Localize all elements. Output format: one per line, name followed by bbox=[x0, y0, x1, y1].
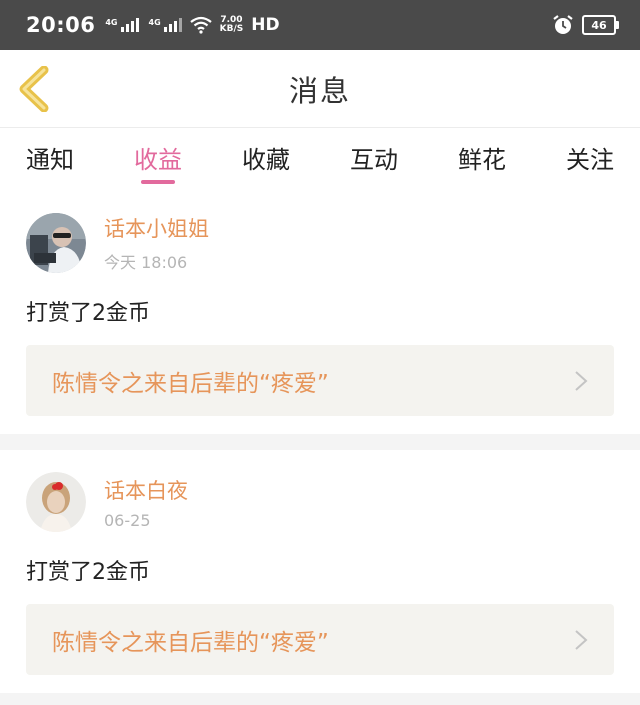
cell-signal-icon: 4G bbox=[105, 18, 139, 32]
story-link[interactable]: 陈情令之来自后辈的“疼爱” bbox=[26, 345, 614, 416]
story-title: 陈情令之来自后辈的“疼爱” bbox=[52, 629, 329, 656]
status-left: 20:06 4G 4G 7.00 KB/S HD bbox=[26, 13, 280, 37]
battery-level: 46 bbox=[591, 18, 607, 32]
wifi-icon bbox=[189, 16, 212, 34]
network-type-label: 4G bbox=[105, 18, 118, 27]
username[interactable]: 话本小姐姐 bbox=[104, 213, 209, 243]
tab-following[interactable]: 关注 bbox=[566, 128, 614, 175]
tab-flowers[interactable]: 鲜花 bbox=[458, 128, 506, 175]
chevron-right-icon bbox=[575, 629, 588, 650]
card-meta: 话本白夜 06-25 bbox=[104, 475, 188, 530]
timestamp: 今天 18:06 bbox=[104, 253, 188, 272]
card-header: 话本小姐姐 今天 18:06 bbox=[26, 213, 614, 273]
status-bar: 20:06 4G 4G 7.00 KB/S HD 46 bbox=[0, 0, 640, 50]
status-time: 20:06 bbox=[26, 13, 96, 37]
tab-notifications[interactable]: 通知 bbox=[26, 128, 74, 175]
timestamp: 06-25 bbox=[104, 510, 151, 530]
nav-bar: 消息 bbox=[0, 50, 640, 128]
chevron-right-icon bbox=[575, 370, 588, 391]
tab-interactions[interactable]: 互动 bbox=[350, 128, 398, 175]
alarm-icon bbox=[553, 15, 573, 34]
message-text: 打赏了2金币 bbox=[26, 560, 150, 585]
tab-earnings[interactable]: 收益 bbox=[134, 128, 182, 175]
story-link[interactable]: 陈情令之来自后辈的“疼爱” bbox=[26, 604, 614, 675]
avatar[interactable] bbox=[26, 472, 86, 532]
message-text: 打赏了2金币 bbox=[26, 301, 150, 326]
cell-signal-2-icon: 4G bbox=[149, 18, 182, 32]
page-title: 消息 bbox=[288, 73, 351, 108]
back-arrow-icon[interactable] bbox=[16, 66, 52, 112]
battery-icon: 46 bbox=[582, 15, 619, 35]
notification-card: 话本白夜 06-25 打赏了2金币 陈情令之来自后辈的“疼爱” bbox=[0, 450, 640, 693]
network-type-label-2: 4G bbox=[148, 18, 161, 27]
notification-card: 话本小姐姐 今天 18:06 打赏了2金币 陈情令之来自后辈的“疼爱” bbox=[0, 191, 640, 434]
speed-unit: KB/S bbox=[219, 24, 244, 34]
card-meta: 话本小姐姐 今天 18:06 bbox=[104, 213, 209, 273]
tab-favorites[interactable]: 收藏 bbox=[242, 128, 290, 175]
username[interactable]: 话本白夜 bbox=[104, 475, 188, 505]
story-title: 陈情令之来自后辈的“疼爱” bbox=[52, 370, 329, 397]
hd-label: HD bbox=[251, 15, 280, 35]
tab-bar: 通知 收益 收藏 互动 鲜花 关注 bbox=[0, 128, 640, 191]
notification-list: 话本小姐姐 今天 18:06 打赏了2金币 陈情令之来自后辈的“疼爱” 话本白夜 bbox=[0, 191, 640, 693]
card-header: 话本白夜 06-25 bbox=[26, 472, 614, 532]
avatar[interactable] bbox=[26, 213, 86, 273]
network-speed: 7.00 KB/S bbox=[220, 16, 244, 34]
status-right: 46 bbox=[552, 14, 619, 36]
